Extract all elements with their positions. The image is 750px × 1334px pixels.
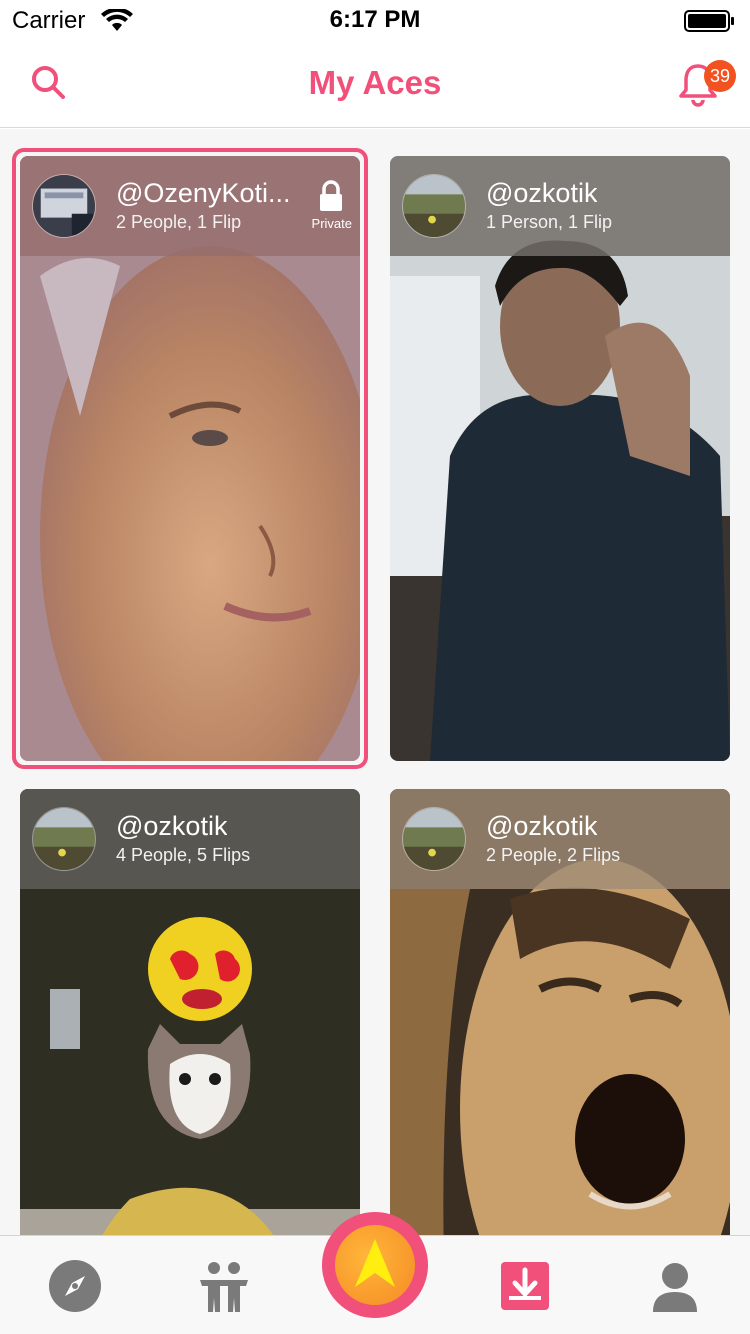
ace-card[interactable]: @ozkotik 1 Person, 1 Flip xyxy=(390,156,730,761)
username[interactable]: @OzenyKoti... xyxy=(116,178,290,209)
ace-stats: 1 Person, 1 Flip xyxy=(486,212,613,232)
create-arrow-icon xyxy=(355,1239,395,1287)
avatar xyxy=(402,807,466,871)
card-header: @ozkotik 2 People, 2 Flips xyxy=(390,789,730,889)
ace-card[interactable]: @ozkotik 2 People, 2 Flips xyxy=(390,789,730,1235)
card-header: @OzenyKoti... 2 People, 1 Flip Private xyxy=(20,156,360,256)
avatar xyxy=(402,174,466,238)
aces-feed[interactable]: @OzenyKoti... 2 People, 1 Flip Private @… xyxy=(0,129,750,1235)
ace-card[interactable]: @OzenyKoti... 2 People, 1 Flip Private xyxy=(20,156,360,761)
ace-stats: 2 People, 2 Flips xyxy=(486,845,621,865)
ace-card[interactable]: @ozkotik 4 People, 5 Flips xyxy=(20,789,360,1235)
inbox-download-icon[interactable] xyxy=(497,1258,553,1314)
avatar xyxy=(32,174,96,238)
card-header: @ozkotik 4 People, 5 Flips xyxy=(20,789,360,889)
avatar xyxy=(32,807,96,871)
ace-stats: 2 People, 1 Flip xyxy=(116,212,242,232)
card-header: @ozkotik 1 Person, 1 Flip xyxy=(390,156,730,256)
status-bar: Carrier 6:17 PM xyxy=(0,0,750,40)
clock: 6:17 PM xyxy=(329,6,421,33)
page-title: My Aces xyxy=(308,64,442,101)
people-icon[interactable] xyxy=(196,1258,252,1314)
lock-icon xyxy=(320,180,342,211)
private-label: Private xyxy=(311,216,352,231)
create-ace-button[interactable] xyxy=(322,1212,428,1318)
compass-icon[interactable] xyxy=(47,1258,103,1314)
username[interactable]: @ozkotik xyxy=(486,178,597,209)
ace-stats: 4 People, 5 Flips xyxy=(116,845,251,865)
username[interactable]: @ozkotik xyxy=(116,811,227,842)
profile-icon[interactable] xyxy=(647,1258,703,1314)
battery-icon xyxy=(684,10,734,32)
notification-badge: 39 xyxy=(704,60,736,92)
create-button-fill xyxy=(335,1225,415,1305)
navigation-bar: My Aces 39 xyxy=(0,40,750,128)
username[interactable]: @ozkotik xyxy=(486,811,597,842)
